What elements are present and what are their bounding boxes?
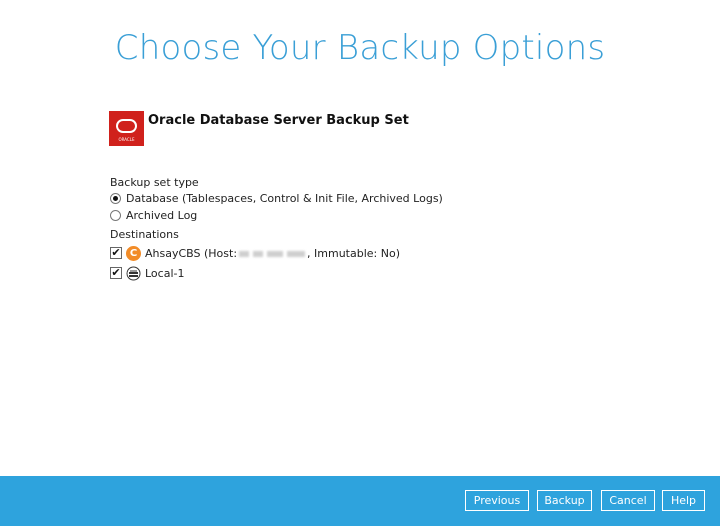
previous-button[interactable]: Previous [465,490,529,511]
destination-ahsaycbs-prefix: AhsayCBS (Host: [145,246,238,260]
backup-set-type-label: Backup set type [110,176,199,189]
page-title: Choose Your Backup Options [114,28,606,68]
footer-bar: Previous Backup Cancel Help [0,476,720,526]
redacted-host [237,247,307,260]
help-button[interactable]: Help [662,490,705,511]
destination-local-1-label: Local-1 [145,266,185,280]
radio-button-archived-log[interactable] [110,209,121,221]
cancel-button[interactable]: Cancel [601,490,655,511]
oracle-logo: ORACLE [109,111,144,146]
radio-option-archived-log[interactable]: Archived Log [110,207,197,223]
radio-label-archived-log: Archived Log [126,208,198,222]
local-storage-icon [126,266,141,281]
checkbox-ahsaycbs[interactable]: ✔ [110,247,122,259]
backup-button[interactable]: Backup [537,490,592,511]
radio-option-database[interactable]: Database (Tablespaces, Control & Init Fi… [110,190,443,206]
destination-ahsaycbs-suffix: , Immutable: No) [307,246,400,260]
oracle-logo-text: ORACLE [118,137,135,142]
checkbox-local-1[interactable]: ✔ [110,267,122,279]
destination-local-1[interactable]: ✔ Local-1 [110,265,184,281]
ahsay-cbs-icon: C [126,245,141,261]
backup-set-name: Oracle Database Server Backup Set [148,113,409,128]
radio-label-database: Database (Tablespaces, Control & Init Fi… [126,191,443,205]
destination-ahsaycbs[interactable]: ✔ C AhsayCBS (Host: , Immutable: No) [110,245,400,261]
radio-button-database[interactable] [110,192,121,204]
destinations-label: Destinations [110,228,179,241]
